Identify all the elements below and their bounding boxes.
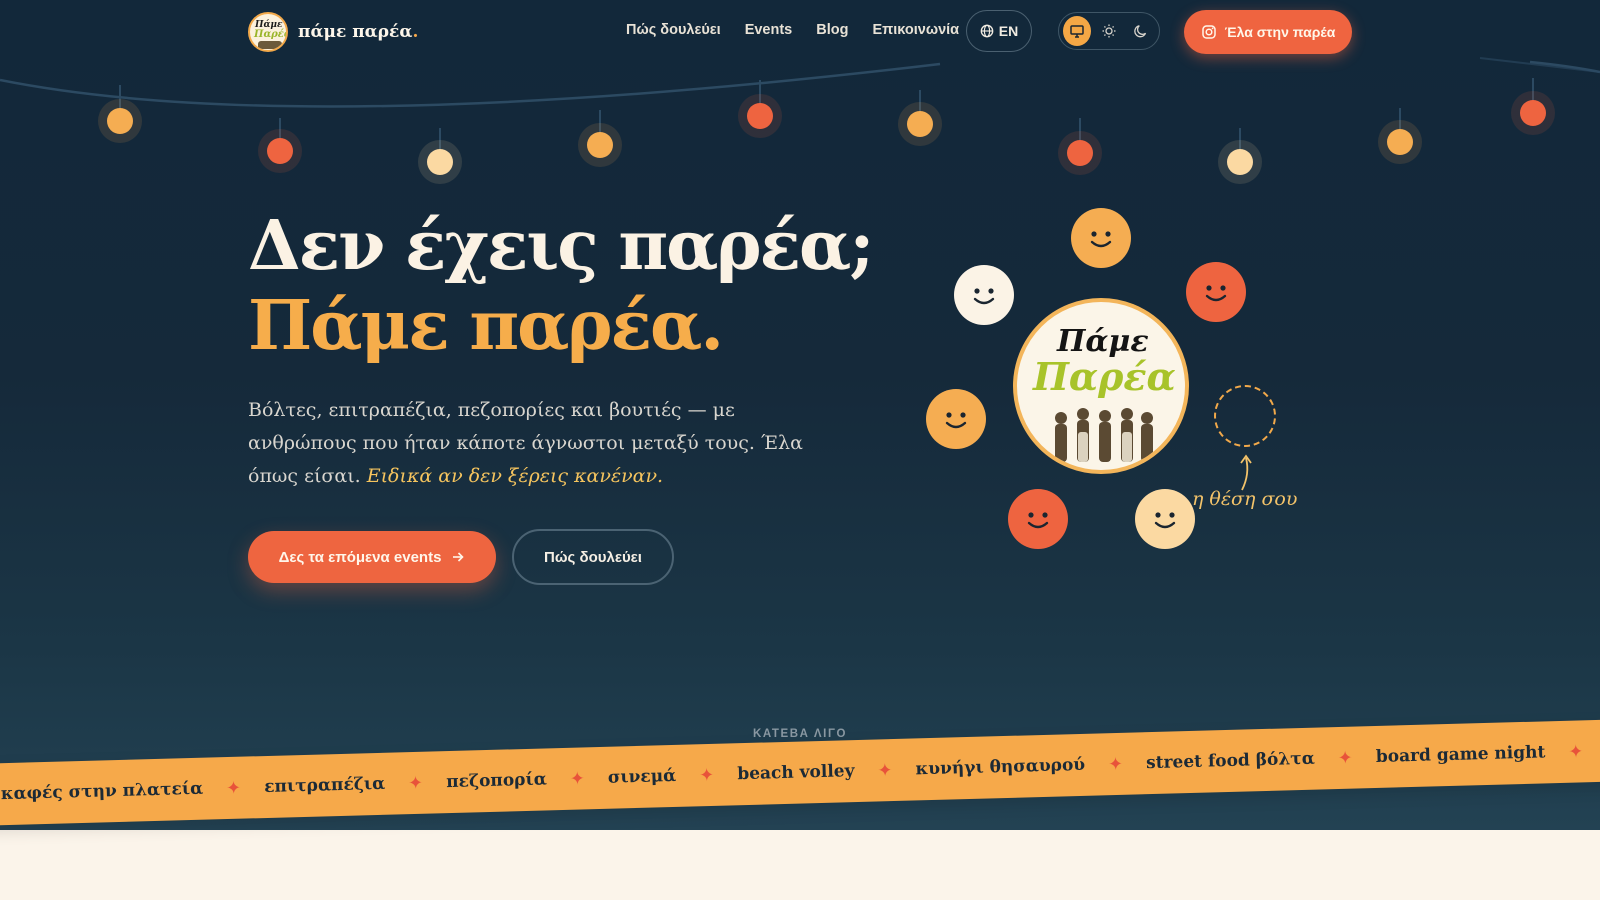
sun-icon (1102, 24, 1116, 38)
light-bulb-icon (1067, 140, 1093, 166)
smile-icon (1154, 512, 1176, 529)
moon-icon (1134, 25, 1147, 38)
top-nav: Πάμε Παρέα πάμε παρέα. Πώς δουλεύει Even… (0, 0, 1600, 64)
face-amber-top (1071, 208, 1131, 268)
curved-arrow-icon (1240, 454, 1252, 491)
brand-name-text: πάμε παρέα (298, 22, 413, 42)
light-bulb-icon (587, 132, 613, 158)
monitor-icon (1070, 25, 1084, 38)
face-peach-bottom (1135, 489, 1195, 549)
sparkle-icon: ✦ (569, 767, 586, 790)
light-bulb-icon (107, 108, 133, 134)
smile-icon (1205, 285, 1227, 302)
brand-logo: Πάμε Παρέα (248, 12, 288, 52)
globe-icon (980, 24, 994, 38)
face-red-bottom (1008, 489, 1068, 549)
instagram-icon (1201, 25, 1216, 39)
nav-link-blog[interactable]: Blog (816, 22, 848, 38)
smile-icon (1027, 512, 1049, 529)
hero-section: Πάμε Παρέα πάμε παρέα. Πώς δουλεύει Even… (0, 0, 1600, 830)
smile-icon (1090, 231, 1112, 248)
center-logo: Πάμε Παρέα (1013, 298, 1189, 474)
smile-icon (945, 412, 967, 429)
theme-dark-option[interactable] (1127, 16, 1155, 46)
join-button[interactable]: Έλα στην παρέα (1184, 10, 1352, 54)
ribbon-item: σινεμά (607, 765, 677, 788)
face-red-right (1186, 262, 1246, 322)
sparkle-icon: ✦ (698, 764, 715, 786)
ribbon-item: κυνήγι θησαυρού (915, 754, 1086, 780)
light-bulb-icon (1520, 100, 1546, 126)
theme-system-option[interactable] (1063, 16, 1091, 46)
next-events-button[interactable]: Δες τα επόμενα events (248, 531, 496, 583)
ribbon-item: street food βόλτα (1145, 748, 1316, 774)
join-button-label: Έλα στην παρέα (1224, 24, 1336, 40)
hero-lead: Βόλτες, επιτραπέζια, πεζοπορίες και βουτ… (248, 394, 838, 493)
theme-switcher (1058, 12, 1160, 50)
brand[interactable]: Πάμε Παρέα πάμε παρέα. (248, 12, 418, 52)
hero-lead-emphasis: Ειδικά αν δεν ξέρεις κανέναν. (366, 465, 664, 487)
ribbon-item: board game night (1375, 742, 1546, 767)
light-bulb-icon (1227, 149, 1253, 175)
ribbon-item: πεζοπορία (445, 769, 548, 793)
face-amber-left (926, 389, 986, 449)
your-spot-label: η θέση σου (1192, 488, 1298, 510)
nav-link-contact[interactable]: Επικοινωνία (872, 22, 959, 38)
sparkle-icon: ✦ (877, 759, 893, 781)
brand-logo-bottom: Παρέα (254, 29, 288, 40)
theme-light-option[interactable] (1095, 16, 1123, 46)
nav-link-events[interactable]: Events (745, 22, 793, 38)
light-bulb-icon (747, 103, 773, 129)
ribbon-item: επιτραπέζια (263, 773, 386, 798)
ribbon-item: καφές στην πλατεία (0, 778, 204, 805)
language-label: EN (998, 23, 1019, 39)
light-bulb-icon (1387, 129, 1413, 155)
smile-icon (973, 288, 995, 305)
light-bulb-icon (267, 138, 293, 164)
next-events-label: Δες τα επόμενα events (278, 548, 442, 566)
how-it-works-button[interactable]: Πώς δουλεύει (512, 529, 674, 585)
sparkle-icon: ✦ (1337, 747, 1354, 769)
nav-links: Πώς δουλεύει Events Blog Επικοινωνία (626, 22, 959, 38)
sparkle-icon: ✦ (407, 772, 424, 794)
light-bulb-icon (427, 149, 453, 175)
your-spot-placeholder (1214, 385, 1276, 447)
brand-dot: . (412, 22, 419, 42)
ribbon-item: beach volley (737, 761, 855, 785)
hero-title-line2: Πάμε παρέα. (248, 286, 724, 366)
how-it-works-label: Πώς δουλεύει (544, 548, 642, 566)
face-cream-left (954, 265, 1014, 325)
sparkle-icon: ✦ (1107, 753, 1124, 775)
nav-link-how[interactable]: Πώς δουλεύει (626, 22, 721, 38)
center-logo-bottom: Παρέα (1033, 354, 1176, 399)
language-switch[interactable]: EN (966, 10, 1032, 52)
group-photo (1055, 408, 1153, 462)
light-bulb-icon (907, 111, 933, 137)
scroll-hint: ΚΑΤΕΒΑ ΛΙΓΟ (752, 728, 848, 740)
sparkle-icon: ✦ (1568, 740, 1584, 763)
brand-logo-people (258, 41, 282, 49)
arrow-right-icon (453, 552, 465, 562)
brand-name: πάμε παρέα. (298, 22, 418, 42)
sparkle-icon: ✦ (225, 777, 242, 799)
hero-title-line1: Δεν έχεις παρέα; (248, 206, 874, 286)
